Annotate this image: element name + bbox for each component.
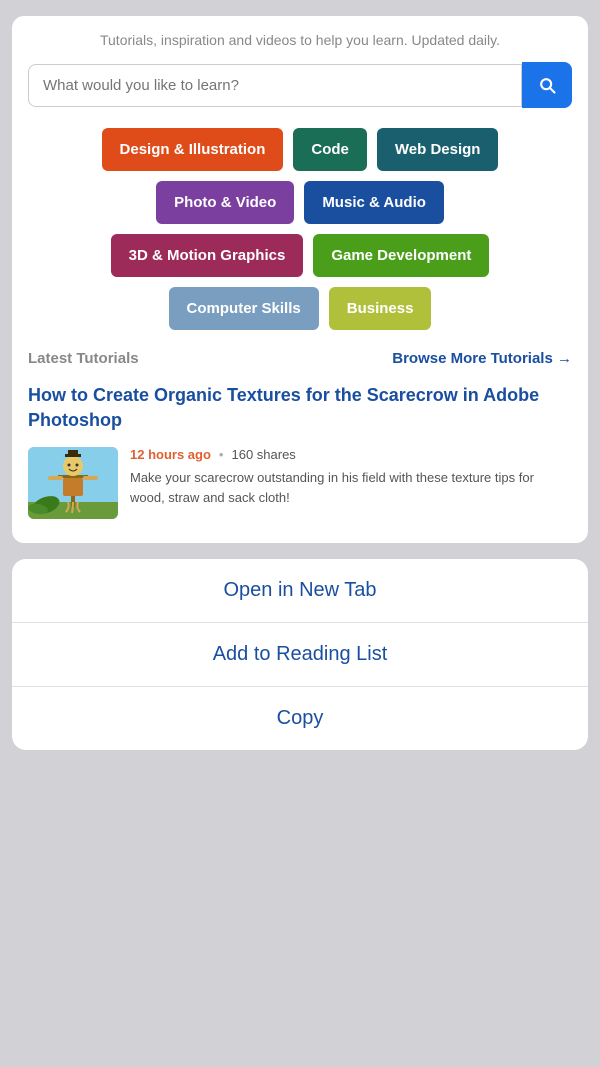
cat-btn-computer[interactable]: Computer Skills — [169, 287, 319, 330]
cat-btn-design[interactable]: Design & Illustration — [102, 128, 284, 171]
categories-grid: Design & Illustration Code Web Design Ph… — [28, 128, 572, 330]
action-sheet: Open in New Tab Add to Reading List Copy — [12, 559, 588, 750]
cat-btn-business[interactable]: Business — [329, 287, 432, 330]
cat-row-2: Photo & Video Music & Audio — [156, 181, 444, 224]
cat-row-4: Computer Skills Business — [169, 287, 432, 330]
article-body: 12 hours ago • 160 shares Make your scar… — [28, 447, 572, 519]
add-reading-list-button[interactable]: Add to Reading List — [12, 622, 588, 686]
search-button[interactable] — [522, 62, 572, 108]
cat-btn-web[interactable]: Web Design — [377, 128, 499, 171]
article-title[interactable]: How to Create Organic Textures for the S… — [28, 383, 572, 433]
article-meta-row: 12 hours ago • 160 shares — [130, 447, 572, 462]
article-meta: 12 hours ago • 160 shares Make your scar… — [130, 447, 572, 507]
cat-btn-code[interactable]: Code — [293, 128, 367, 171]
search-bar — [28, 62, 572, 108]
latest-label: Latest Tutorials — [28, 350, 139, 367]
article-thumbnail — [28, 447, 118, 519]
cat-row-1: Design & Illustration Code Web Design — [102, 128, 499, 171]
tagline: Tutorials, inspiration and videos to hel… — [28, 32, 572, 48]
cat-btn-game[interactable]: Game Development — [313, 234, 489, 277]
open-new-tab-button[interactable]: Open in New Tab — [12, 559, 588, 622]
cat-btn-music[interactable]: Music & Audio — [304, 181, 444, 224]
article-description: Make your scarecrow outstanding in his f… — [130, 468, 572, 507]
latest-section-header: Latest Tutorials Browse More Tutorials → — [28, 350, 572, 367]
cat-btn-motion[interactable]: 3D & Motion Graphics — [111, 234, 304, 277]
article-thumb-svg — [28, 447, 118, 519]
copy-button[interactable]: Copy — [12, 686, 588, 750]
main-card: Tutorials, inspiration and videos to hel… — [12, 16, 588, 543]
article-dot: • — [219, 447, 224, 462]
cat-btn-photo[interactable]: Photo & Video — [156, 181, 294, 224]
cat-row-3: 3D & Motion Graphics Game Development — [111, 234, 490, 277]
article-shares: 160 shares — [231, 447, 295, 462]
search-icon — [537, 75, 557, 95]
article-time: 12 hours ago — [130, 447, 211, 462]
browse-more-link[interactable]: Browse More Tutorials → — [392, 350, 572, 367]
search-input[interactable] — [28, 64, 522, 107]
